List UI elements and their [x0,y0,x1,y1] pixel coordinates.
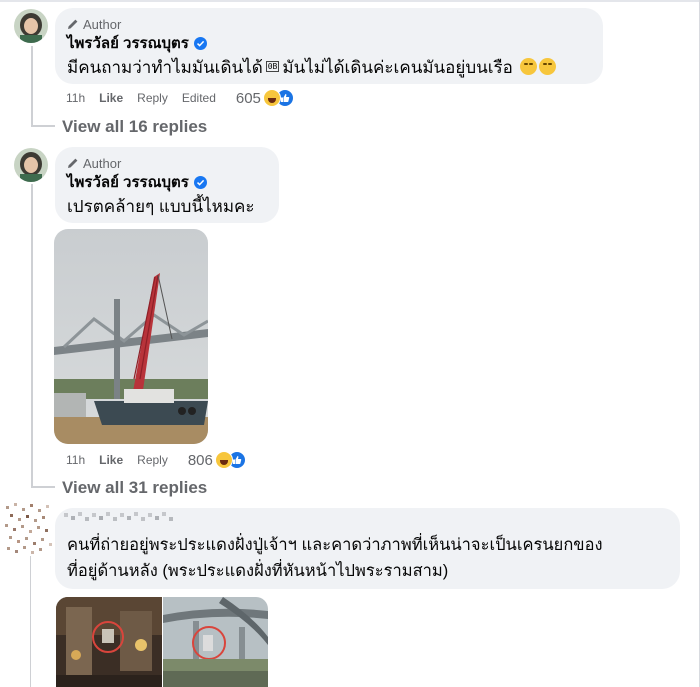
verified-badge-icon [193,175,207,189]
commenter-name[interactable]: ไพรวัลย์ วรรณบุตร [67,170,189,194]
like-button[interactable]: Like [99,91,123,105]
pencil-icon [68,158,78,168]
thread-connector [31,486,55,488]
thread-connector [31,46,33,126]
comment-text: คนที่ถ่ายอยู่พระประแดงฝั่งปู่เจ้าฯ และคา… [67,536,603,580]
reply-button[interactable]: Reply [137,91,168,105]
rolling-eyes-emoji [519,58,537,75]
thread-connector [31,184,33,487]
reaction-icons[interactable] [214,451,246,469]
view-replies-link[interactable]: View all 31 replies [62,478,207,498]
pencil-icon [68,19,78,29]
reply-button[interactable]: Reply [137,453,168,467]
pixelated-commenter-name[interactable] [62,507,182,527]
comment-text: มีคนถามว่าทำไมมันเดินได้ 0B มันไม่ได้เดินค… [67,55,591,81]
haha-reaction-icon [262,89,281,107]
comment-actions: 11h Like Reply Edited 605 [66,88,294,108]
author-badge: Author [67,155,267,171]
commenter-name[interactable]: ไพรวัลย์ วรรณบุตร [67,31,189,55]
timestamp[interactable]: 11h [66,91,85,105]
comment-bubble: Author ไพรวัลย์ วรรณบุตร มีคนถามว่าทำไมม… [55,8,603,84]
reaction-icons[interactable] [262,89,294,107]
author-badge-label: Author [83,16,122,32]
view-replies-link[interactable]: View all 16 replies [62,117,207,137]
thread-connector [30,556,31,687]
avatar[interactable] [14,148,48,182]
verified-badge-icon [193,36,207,50]
author-badge: Author [67,16,591,32]
haha-reaction-icon [214,451,233,469]
like-button[interactable]: Like [99,453,123,467]
unrendered-glyph-box: 0B [265,61,280,72]
thread-connector [31,125,55,127]
avatar[interactable] [14,9,48,43]
rolling-eyes-emoji [538,58,556,75]
comment-actions: 11h Like Reply 806 [66,450,246,470]
author-badge-label: Author [83,155,122,171]
edited-label[interactable]: Edited [182,91,216,105]
pixelated-avatar[interactable] [2,500,54,556]
attached-photo-bridge[interactable] [163,597,268,687]
reaction-count[interactable]: 605 [236,90,261,107]
attached-photo-night[interactable] [56,597,162,687]
attached-photo-crane[interactable] [54,229,208,444]
comment-bubble: Author ไพรวัลย์ วรรณบุตร เปรตคล้ายๆ แบบน… [55,147,279,223]
reaction-count[interactable]: 806 [188,452,213,469]
comment-text: เปรตคล้ายๆ แบบนี้ไหมคะ [67,197,255,216]
top-divider [0,0,700,2]
timestamp[interactable]: 11h [66,453,85,467]
